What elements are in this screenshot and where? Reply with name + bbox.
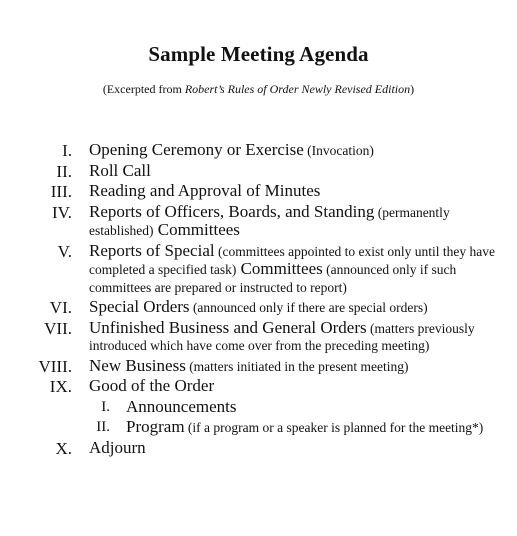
agenda-item-note: (announced only if there are special ord… (189, 300, 428, 315)
agenda-item-text: Roll Call (89, 160, 499, 181)
agenda-item-number: IX. (49, 377, 72, 396)
agenda-item-title: Reports of Special (89, 240, 215, 260)
agenda-item-text: Reading and Approval of Minutes (89, 182, 499, 201)
agenda-item-8: VIII. New Business (matters initiated in… (0, 355, 517, 376)
agenda-item-number: II. (56, 161, 72, 181)
agenda-item-5: V. Reports of Special (committees appoin… (0, 240, 517, 297)
agenda-item-text: Adjourn (89, 437, 499, 458)
agenda-subitem-number: I. (101, 398, 110, 415)
agenda-item-number: VII. (44, 318, 72, 338)
agenda-item-6: VI. Special Orders (announced only if th… (0, 298, 517, 317)
agenda-item-3: III. Reading and Approval of Minutes (0, 182, 517, 201)
agenda-item-title: Unfinished Business and General Orders (89, 317, 367, 337)
agenda-item-title: Special Orders (89, 297, 190, 316)
page-subtitle: (Excerpted from Robert’s Rules of Order … (0, 82, 517, 97)
agenda-item-number: VI. (49, 298, 72, 317)
agenda-item-title: Reports of Officers, Boards, and Standin… (89, 201, 375, 221)
agenda-item-title: Roll Call (89, 160, 151, 180)
agenda-subitem-title: Program (126, 417, 185, 436)
subtitle-source: Robert’s Rules of Order Newly Revised Ed… (184, 82, 411, 96)
agenda-subitem-1: I. Announcements (0, 396, 517, 417)
agenda-item-10: X. Adjourn (0, 437, 517, 458)
agenda-item-text: Unfinished Business and General Orders (… (89, 317, 499, 355)
agenda-item-title-cont: Committees (236, 259, 323, 278)
agenda-item-number: V. (57, 241, 72, 261)
agenda-item-text: Reports of Special (committees appointed… (89, 240, 499, 297)
agenda-subitem-text: Program (if a program or a speaker is pl… (126, 418, 501, 437)
agenda-item-text: Reports of Officers, Boards, and Standin… (89, 201, 499, 240)
agenda-item-title: Adjourn (89, 437, 146, 457)
agenda-item-2: II. Roll Call (0, 160, 517, 181)
agenda-item-title: Reading and Approval of Minutes (89, 181, 321, 200)
subtitle-suffix: ) (410, 82, 415, 96)
agenda-item-number: IV. (52, 202, 72, 222)
subtitle-prefix: (Excerpted from (102, 82, 185, 96)
agenda-item-1: I. Opening Ceremony or Exercise (Invocat… (0, 141, 517, 160)
agenda-subitem-number: II. (96, 419, 110, 435)
agenda-item-number: I. (62, 141, 72, 160)
agenda-item-number: X. (55, 438, 72, 458)
agenda-item-text: Good of the Order (89, 377, 499, 396)
page-title: Sample Meeting Agenda (148, 42, 369, 66)
agenda-item-9: IX. Good of the Order (0, 377, 517, 396)
agenda-item-title: Good of the Order (89, 376, 215, 395)
agenda-item-note: (matters initiated in the present meetin… (185, 358, 409, 374)
agenda-page: Sample Meeting Agenda (Excerpted from Ro… (0, 0, 517, 536)
agenda-subitem-text: Announcements (126, 396, 501, 417)
agenda-subitem-note: (if a program or a speaker is planned fo… (184, 420, 484, 435)
agenda-item-number: VIII. (38, 356, 72, 376)
agenda-item-note: (Invocation) (303, 143, 374, 158)
agenda-subitem-2: II. Program (if a program or a speaker i… (0, 418, 517, 437)
agenda-item-text: Special Orders (announced only if there … (89, 298, 499, 317)
agenda-item-title-cont: Committees (153, 220, 240, 239)
agenda-subitem-title: Announcements (126, 396, 237, 416)
agenda-item-7: VII. Unfinished Business and General Ord… (0, 317, 517, 355)
agenda-item-number: III. (50, 182, 72, 201)
agenda-item-text: Opening Ceremony or Exercise (Invocation… (89, 141, 499, 160)
agenda-item-text: New Business (matters initiated in the p… (89, 355, 499, 376)
agenda-list: I. Opening Ceremony or Exercise (Invocat… (0, 141, 517, 458)
agenda-item-title: Opening Ceremony or Exercise (89, 140, 304, 159)
agenda-item-4: IV. Reports of Officers, Boards, and Sta… (0, 201, 517, 240)
agenda-item-title: New Business (89, 355, 186, 375)
